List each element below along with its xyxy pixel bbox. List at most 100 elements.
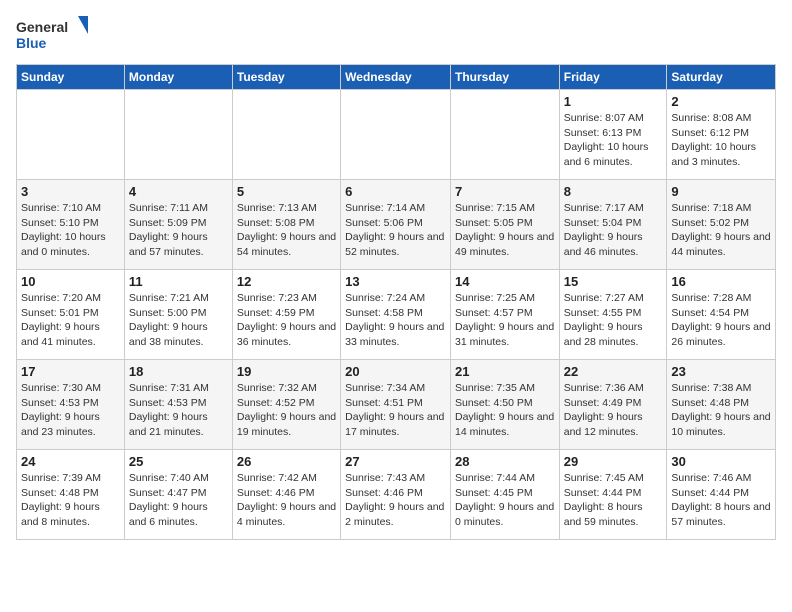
day-detail: Sunrise: 7:44 AM Sunset: 4:45 PM Dayligh…: [455, 471, 555, 530]
calendar-cell: 28Sunrise: 7:44 AM Sunset: 4:45 PM Dayli…: [450, 450, 559, 540]
day-detail: Sunrise: 7:10 AM Sunset: 5:10 PM Dayligh…: [21, 201, 120, 260]
calendar-cell: 13Sunrise: 7:24 AM Sunset: 4:58 PM Dayli…: [341, 270, 451, 360]
calendar-cell: 9 Sunrise: 7:18 AM Sunset: 5:02 PM Daylig…: [667, 180, 776, 270]
calendar-cell: 23 Sunrise: 7:38 AM Sunset: 4:48 PM Dayli…: [667, 360, 776, 450]
day-number: 22: [564, 364, 663, 379]
calendar-cell: 25 Sunrise: 7:40 AM Sunset: 4:47 PM Dayli…: [124, 450, 232, 540]
day-number: 27: [345, 454, 446, 469]
calendar-cell: 17 Sunrise: 7:30 AM Sunset: 4:53 PM Dayli…: [17, 360, 125, 450]
calendar-cell: 15Sunrise: 7:27 AM Sunset: 4:55 PM Dayli…: [559, 270, 667, 360]
day-number: 19: [237, 364, 336, 379]
day-detail: Sunrise: 7:32 AM Sunset: 4:52 PM Dayligh…: [237, 381, 336, 440]
day-number: 12: [237, 274, 336, 289]
calendar-cell: 2 Sunrise: 8:08 AM Sunset: 6:12 PM Daylig…: [667, 90, 776, 180]
day-detail: Sunrise: 7:39 AM Sunset: 4:48 PM Dayligh…: [21, 471, 120, 530]
calendar-cell: 5 Sunrise: 7:13 AM Sunset: 5:08 PM Daylig…: [232, 180, 340, 270]
calendar-cell: 12 Sunrise: 7:23 AM Sunset: 4:59 PM Dayli…: [232, 270, 340, 360]
day-number: 20: [345, 364, 446, 379]
calendar-cell: 29 Sunrise: 7:45 AM Sunset: 4:44 PM Dayli…: [559, 450, 667, 540]
calendar-cell: 1 Sunrise: 8:07 AM Sunset: 6:13 PM Daylig…: [559, 90, 667, 180]
day-number: 8: [564, 184, 663, 199]
calendar-cell: 22Sunrise: 7:36 AM Sunset: 4:49 PM Dayli…: [559, 360, 667, 450]
day-detail: Sunrise: 7:42 AM Sunset: 4:46 PM Dayligh…: [237, 471, 336, 530]
calendar-cell: [450, 90, 559, 180]
day-number: 25: [129, 454, 228, 469]
day-detail: Sunrise: 7:46 AM Sunset: 4:44 PM Dayligh…: [671, 471, 771, 530]
day-detail: Sunrise: 7:45 AM Sunset: 4:44 PM Dayligh…: [564, 471, 663, 530]
day-number: 29: [564, 454, 663, 469]
day-detail: Sunrise: 7:30 AM Sunset: 4:53 PM Dayligh…: [21, 381, 120, 440]
calendar-cell: 20 Sunrise: 7:34 AM Sunset: 4:51 PM Dayli…: [341, 360, 451, 450]
day-header-sunday: Sunday: [17, 65, 125, 90]
svg-text:Blue: Blue: [16, 35, 47, 51]
logo: General Blue: [16, 16, 96, 56]
day-detail: Sunrise: 8:07 AM Sunset: 6:13 PM Dayligh…: [564, 111, 663, 170]
calendar-cell: 7Sunrise: 7:15 AM Sunset: 5:05 PM Daylig…: [450, 180, 559, 270]
day-number: 23: [671, 364, 771, 379]
calendar-table: SundayMondayTuesdayWednesdayThursdayFrid…: [16, 64, 776, 540]
day-header-friday: Friday: [559, 65, 667, 90]
day-number: 30: [671, 454, 771, 469]
svg-text:General: General: [16, 19, 68, 35]
calendar-cell: 8 Sunrise: 7:17 AM Sunset: 5:04 PM Daylig…: [559, 180, 667, 270]
day-number: 6: [345, 184, 446, 199]
calendar-cell: 19 Sunrise: 7:32 AM Sunset: 4:52 PM Dayli…: [232, 360, 340, 450]
day-number: 7: [455, 184, 555, 199]
week-row-5: 24 Sunrise: 7:39 AM Sunset: 4:48 PM Dayli…: [17, 450, 776, 540]
day-number: 21: [455, 364, 555, 379]
day-number: 10: [21, 274, 120, 289]
day-number: 14: [455, 274, 555, 289]
day-detail: Sunrise: 7:23 AM Sunset: 4:59 PM Dayligh…: [237, 291, 336, 350]
calendar-cell: 27Sunrise: 7:43 AM Sunset: 4:46 PM Dayli…: [341, 450, 451, 540]
day-number: 5: [237, 184, 336, 199]
day-number: 26: [237, 454, 336, 469]
calendar-cell: [341, 90, 451, 180]
day-header-saturday: Saturday: [667, 65, 776, 90]
day-header-thursday: Thursday: [450, 65, 559, 90]
day-header-wednesday: Wednesday: [341, 65, 451, 90]
day-number: 9: [671, 184, 771, 199]
calendar-body: 1 Sunrise: 8:07 AM Sunset: 6:13 PM Daylig…: [17, 90, 776, 540]
calendar-cell: 3 Sunrise: 7:10 AM Sunset: 5:10 PM Daylig…: [17, 180, 125, 270]
day-detail: Sunrise: 7:31 AM Sunset: 4:53 PM Dayligh…: [129, 381, 228, 440]
day-number: 18: [129, 364, 228, 379]
day-detail: Sunrise: 7:20 AM Sunset: 5:01 PM Dayligh…: [21, 291, 120, 350]
day-detail: Sunrise: 7:24 AM Sunset: 4:58 PM Dayligh…: [345, 291, 446, 350]
day-detail: Sunrise: 7:25 AM Sunset: 4:57 PM Dayligh…: [455, 291, 555, 350]
day-header-monday: Monday: [124, 65, 232, 90]
calendar-cell: 30 Sunrise: 7:46 AM Sunset: 4:44 PM Dayli…: [667, 450, 776, 540]
calendar-cell: 16Sunrise: 7:28 AM Sunset: 4:54 PM Dayli…: [667, 270, 776, 360]
day-detail: Sunrise: 7:21 AM Sunset: 5:00 PM Dayligh…: [129, 291, 228, 350]
day-number: 3: [21, 184, 120, 199]
calendar-cell: 4Sunrise: 7:11 AM Sunset: 5:09 PM Daylig…: [124, 180, 232, 270]
day-number: 4: [129, 184, 228, 199]
calendar-cell: [124, 90, 232, 180]
day-number: 1: [564, 94, 663, 109]
week-row-4: 17 Sunrise: 7:30 AM Sunset: 4:53 PM Dayli…: [17, 360, 776, 450]
week-row-3: 10 Sunrise: 7:20 AM Sunset: 5:01 PM Dayli…: [17, 270, 776, 360]
day-number: 24: [21, 454, 120, 469]
calendar-cell: 21Sunrise: 7:35 AM Sunset: 4:50 PM Dayli…: [450, 360, 559, 450]
calendar-cell: 10 Sunrise: 7:20 AM Sunset: 5:01 PM Dayli…: [17, 270, 125, 360]
day-detail: Sunrise: 7:34 AM Sunset: 4:51 PM Dayligh…: [345, 381, 446, 440]
header: General Blue: [16, 16, 776, 56]
day-detail: Sunrise: 7:38 AM Sunset: 4:48 PM Dayligh…: [671, 381, 771, 440]
calendar-header-row: SundayMondayTuesdayWednesdayThursdayFrid…: [17, 65, 776, 90]
calendar-cell: 24 Sunrise: 7:39 AM Sunset: 4:48 PM Dayli…: [17, 450, 125, 540]
day-number: 2: [671, 94, 771, 109]
day-detail: Sunrise: 7:17 AM Sunset: 5:04 PM Dayligh…: [564, 201, 663, 260]
calendar-cell: 11 Sunrise: 7:21 AM Sunset: 5:00 PM Dayli…: [124, 270, 232, 360]
logo-svg: General Blue: [16, 16, 96, 56]
day-detail: Sunrise: 7:40 AM Sunset: 4:47 PM Dayligh…: [129, 471, 228, 530]
day-number: 17: [21, 364, 120, 379]
day-detail: Sunrise: 7:18 AM Sunset: 5:02 PM Dayligh…: [671, 201, 771, 260]
day-detail: Sunrise: 8:08 AM Sunset: 6:12 PM Dayligh…: [671, 111, 771, 170]
day-number: 11: [129, 274, 228, 289]
calendar-cell: 26 Sunrise: 7:42 AM Sunset: 4:46 PM Dayli…: [232, 450, 340, 540]
week-row-2: 3 Sunrise: 7:10 AM Sunset: 5:10 PM Daylig…: [17, 180, 776, 270]
day-detail: Sunrise: 7:13 AM Sunset: 5:08 PM Dayligh…: [237, 201, 336, 260]
calendar-cell: 6Sunrise: 7:14 AM Sunset: 5:06 PM Daylig…: [341, 180, 451, 270]
day-number: 16: [671, 274, 771, 289]
day-number: 15: [564, 274, 663, 289]
week-row-1: 1 Sunrise: 8:07 AM Sunset: 6:13 PM Daylig…: [17, 90, 776, 180]
